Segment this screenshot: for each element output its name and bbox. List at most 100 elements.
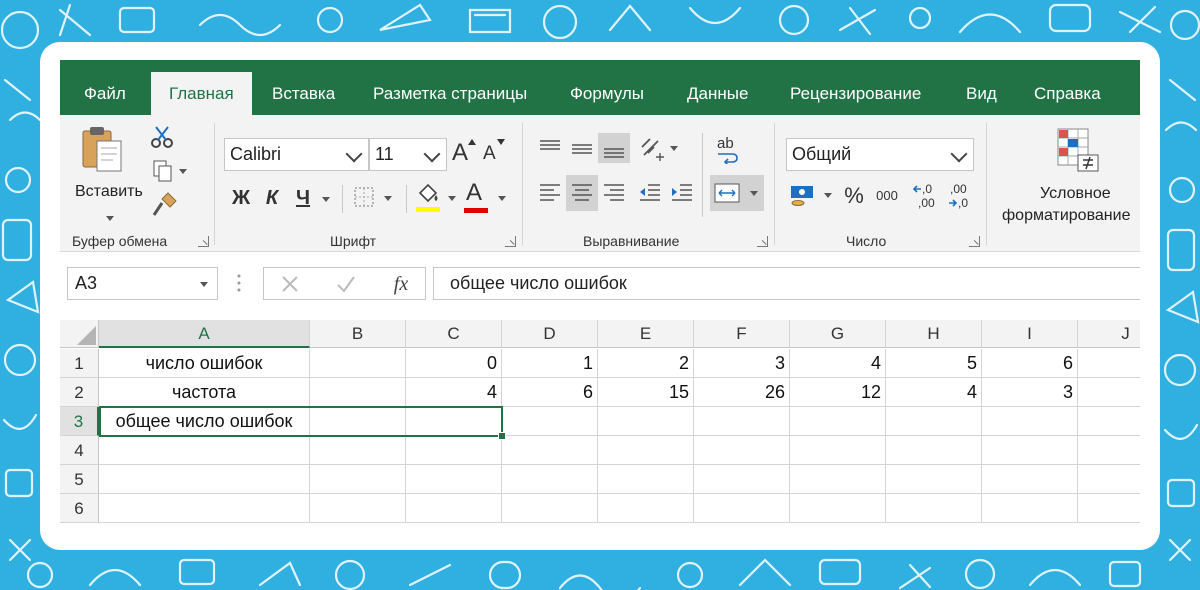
- increase-decimal-button[interactable]: ,0 ,00: [912, 179, 942, 213]
- accounting-format-button[interactable]: [788, 179, 834, 213]
- underline-button[interactable]: Ч: [290, 182, 316, 214]
- cell-d4[interactable]: [502, 436, 598, 465]
- enter-button[interactable]: [334, 272, 358, 296]
- cell-g1[interactable]: 4: [790, 349, 886, 378]
- cell-i2[interactable]: 3: [982, 378, 1078, 407]
- cell-b6[interactable]: [310, 494, 406, 523]
- font-dialog-launcher[interactable]: [505, 236, 516, 247]
- cell-e2[interactable]: 15: [598, 378, 694, 407]
- format-painter-button[interactable]: [152, 191, 178, 217]
- grow-font-button[interactable]: A: [450, 137, 476, 169]
- cell-j1[interactable]: [1078, 349, 1140, 378]
- cell-d6[interactable]: [502, 494, 598, 523]
- cell-i3[interactable]: [982, 407, 1078, 436]
- row-header-6[interactable]: 6: [60, 494, 99, 523]
- italic-button[interactable]: К: [259, 182, 285, 214]
- align-bottom-button[interactable]: [598, 133, 630, 163]
- decrease-indent-button[interactable]: [634, 175, 666, 211]
- tab-1[interactable]: Файл: [66, 72, 144, 115]
- cell-f2[interactable]: 26: [694, 378, 790, 407]
- bold-button[interactable]: Ж: [227, 182, 255, 214]
- cell-b4[interactable]: [310, 436, 406, 465]
- column-header-i[interactable]: I: [982, 320, 1078, 348]
- tab-8[interactable]: Вид: [948, 72, 1015, 115]
- cell-c1[interactable]: 0: [406, 349, 502, 378]
- row-header-3[interactable]: 3: [60, 407, 99, 436]
- cell-h2[interactable]: 4: [886, 378, 982, 407]
- cell-f3[interactable]: [694, 407, 790, 436]
- cell-b3[interactable]: [310, 407, 406, 436]
- cell-h5[interactable]: [886, 465, 982, 494]
- cell-i5[interactable]: [982, 465, 1078, 494]
- comma-style-button[interactable]: 000: [872, 181, 902, 211]
- formula-input[interactable]: общее число ошибок: [433, 267, 1140, 300]
- cell-g2[interactable]: 12: [790, 378, 886, 407]
- cell-a2[interactable]: частота: [99, 378, 310, 407]
- cell-h4[interactable]: [886, 436, 982, 465]
- cell-b5[interactable]: [310, 465, 406, 494]
- cell-j5[interactable]: [1078, 465, 1140, 494]
- cut-button[interactable]: [150, 125, 176, 149]
- cell-i6[interactable]: [982, 494, 1078, 523]
- cell-h1[interactable]: 5: [886, 349, 982, 378]
- column-header-b[interactable]: B: [310, 320, 406, 348]
- orientation-button[interactable]: [638, 133, 680, 163]
- cell-a4[interactable]: [99, 436, 310, 465]
- cell-a6[interactable]: [99, 494, 310, 523]
- cell-h6[interactable]: [886, 494, 982, 523]
- alignment-dialog-launcher[interactable]: [757, 236, 768, 247]
- tab-6[interactable]: Данные: [669, 72, 766, 115]
- cell-d2[interactable]: 6: [502, 378, 598, 407]
- cell-f5[interactable]: [694, 465, 790, 494]
- tab-5[interactable]: Формулы: [552, 72, 662, 115]
- decrease-decimal-button[interactable]: ,00 ,0: [946, 179, 976, 213]
- tab-2[interactable]: Главная: [151, 72, 252, 115]
- column-header-d[interactable]: D: [502, 320, 598, 348]
- cell-e3[interactable]: [598, 407, 694, 436]
- copy-button[interactable]: [152, 159, 192, 183]
- cell-b2[interactable]: [310, 378, 406, 407]
- cell-e6[interactable]: [598, 494, 694, 523]
- cell-d1[interactable]: 1: [502, 349, 598, 378]
- cell-c3[interactable]: [406, 407, 502, 436]
- column-header-h[interactable]: H: [886, 320, 982, 348]
- align-top-button[interactable]: [534, 133, 566, 163]
- cell-a5[interactable]: [99, 465, 310, 494]
- cell-f1[interactable]: 3: [694, 349, 790, 378]
- merge-center-button[interactable]: [710, 175, 764, 211]
- increase-indent-button[interactable]: [666, 175, 698, 211]
- cell-b1[interactable]: [310, 349, 406, 378]
- percent-style-button[interactable]: %: [840, 181, 868, 211]
- cell-j2[interactable]: [1078, 378, 1140, 407]
- insert-function-button[interactable]: fx: [386, 270, 416, 298]
- cell-a3[interactable]: общее число ошибок: [99, 407, 310, 436]
- cell-c2[interactable]: 4: [406, 378, 502, 407]
- cell-c5[interactable]: [406, 465, 502, 494]
- align-left-button[interactable]: [534, 175, 566, 211]
- fill-color-button[interactable]: [414, 181, 458, 215]
- cell-g3[interactable]: [790, 407, 886, 436]
- cell-c6[interactable]: [406, 494, 502, 523]
- select-all-corner[interactable]: [60, 320, 99, 348]
- cell-j6[interactable]: [1078, 494, 1140, 523]
- row-header-5[interactable]: 5: [60, 465, 99, 494]
- cell-i4[interactable]: [982, 436, 1078, 465]
- cell-d3[interactable]: [502, 407, 598, 436]
- cell-e5[interactable]: [598, 465, 694, 494]
- number-format-combo[interactable]: Общий: [786, 138, 974, 171]
- cell-d5[interactable]: [502, 465, 598, 494]
- row-header-1[interactable]: 1: [60, 349, 99, 378]
- column-header-e[interactable]: E: [598, 320, 694, 348]
- font-size-combo[interactable]: 11: [369, 138, 447, 171]
- column-header-f[interactable]: F: [694, 320, 790, 348]
- cell-g5[interactable]: [790, 465, 886, 494]
- column-header-g[interactable]: G: [790, 320, 886, 348]
- cell-j4[interactable]: [1078, 436, 1140, 465]
- column-header-a[interactable]: A: [99, 320, 310, 348]
- cell-f4[interactable]: [694, 436, 790, 465]
- cell-e4[interactable]: [598, 436, 694, 465]
- borders-button[interactable]: [352, 185, 396, 213]
- column-header-j[interactable]: J: [1078, 320, 1140, 348]
- row-header-2[interactable]: 2: [60, 378, 99, 407]
- number-dialog-launcher[interactable]: [969, 236, 980, 247]
